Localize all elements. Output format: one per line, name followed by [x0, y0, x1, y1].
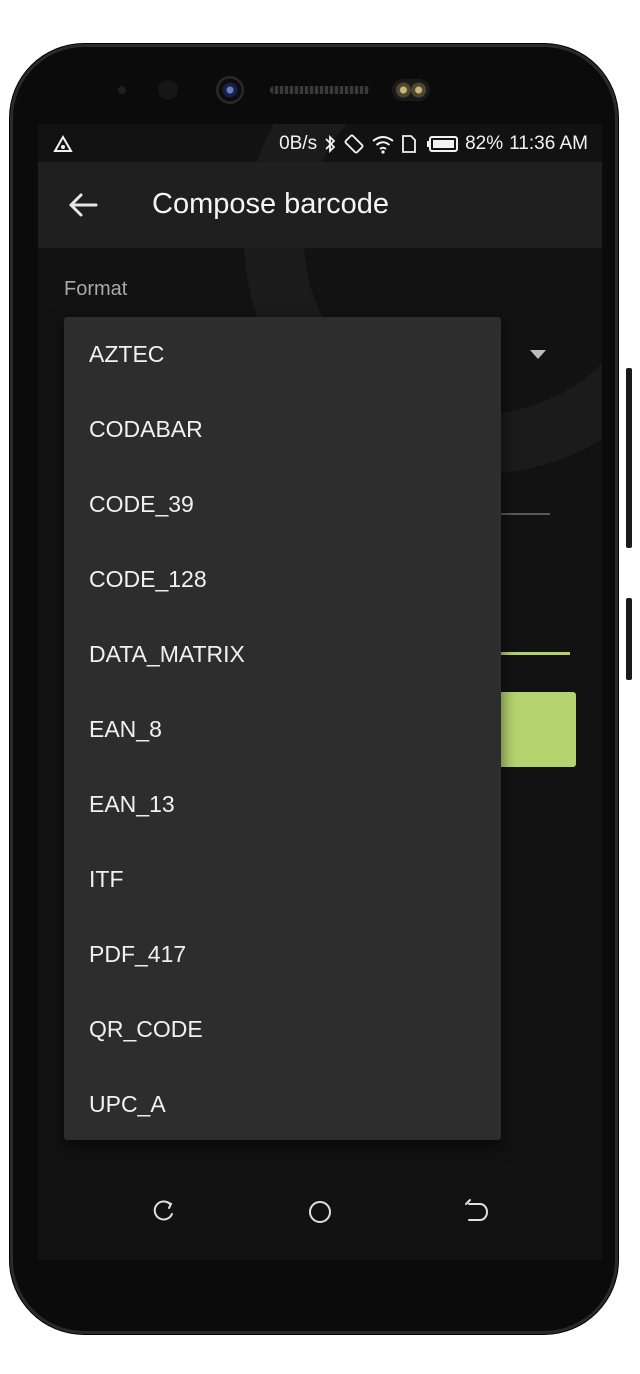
format-dropdown-menu: AZTEC CODABAR CODE_39 CODE_128 DATA_MATR… — [64, 317, 501, 1140]
back-icon[interactable] — [462, 1198, 490, 1226]
format-option-itf[interactable]: ITF — [64, 842, 501, 917]
bluetooth-icon — [325, 134, 336, 154]
format-option-codabar[interactable]: CODABAR — [64, 392, 501, 467]
format-option-pdf-417[interactable]: PDF_417 — [64, 917, 501, 992]
front-flash — [392, 79, 430, 101]
auto-rotate-icon — [344, 134, 364, 154]
text-field-underline-focused[interactable] — [498, 652, 570, 655]
chevron-down-icon[interactable] — [530, 350, 546, 359]
format-option-data-matrix[interactable]: DATA_MATRIX — [64, 617, 501, 692]
format-label: Format — [64, 278, 128, 300]
text-field-underline[interactable] — [498, 513, 550, 515]
wifi-icon — [372, 136, 394, 154]
navigation-bar — [38, 1174, 602, 1250]
battery-icon — [427, 136, 459, 152]
format-option-ean-13[interactable]: EAN_13 — [64, 767, 501, 842]
front-camera — [216, 76, 244, 104]
sim-icon — [402, 135, 416, 153]
status-bar: 0B/s 82% 11:36 AM — [38, 124, 602, 164]
earpiece-speaker — [270, 86, 370, 94]
format-option-code-128[interactable]: CODE_128 — [64, 542, 501, 617]
format-option-code-39[interactable]: CODE_39 — [64, 467, 501, 542]
battery-percent: 82% — [465, 133, 504, 154]
app-bar: Compose barcode — [38, 162, 602, 248]
format-option-aztec[interactable]: AZTEC — [64, 317, 501, 392]
screen: 0B/s 82% 11:36 AM Compose barcode Format… — [38, 124, 602, 1260]
format-option-upc-a[interactable]: UPC_A — [64, 1067, 501, 1142]
arrow-left-icon[interactable] — [66, 190, 100, 220]
format-option-ean-8[interactable]: EAN_8 — [64, 692, 501, 767]
clock: 11:36 AM — [509, 133, 588, 154]
page-title: Compose barcode — [152, 188, 389, 220]
format-options-list: AZTEC CODABAR CODE_39 CODE_128 DATA_MATR… — [64, 317, 501, 1142]
proximity-sensor — [118, 86, 126, 94]
power-button — [626, 598, 632, 680]
notification-triangle-icon — [53, 134, 73, 152]
volume-button — [626, 368, 632, 548]
network-speed: 0B/s — [279, 133, 318, 154]
home-icon[interactable] — [306, 1198, 334, 1226]
compose-button[interactable] — [488, 692, 576, 767]
light-sensor — [158, 80, 178, 100]
format-option-qr-code[interactable]: QR_CODE — [64, 992, 501, 1067]
recent-apps-icon[interactable] — [150, 1198, 178, 1226]
